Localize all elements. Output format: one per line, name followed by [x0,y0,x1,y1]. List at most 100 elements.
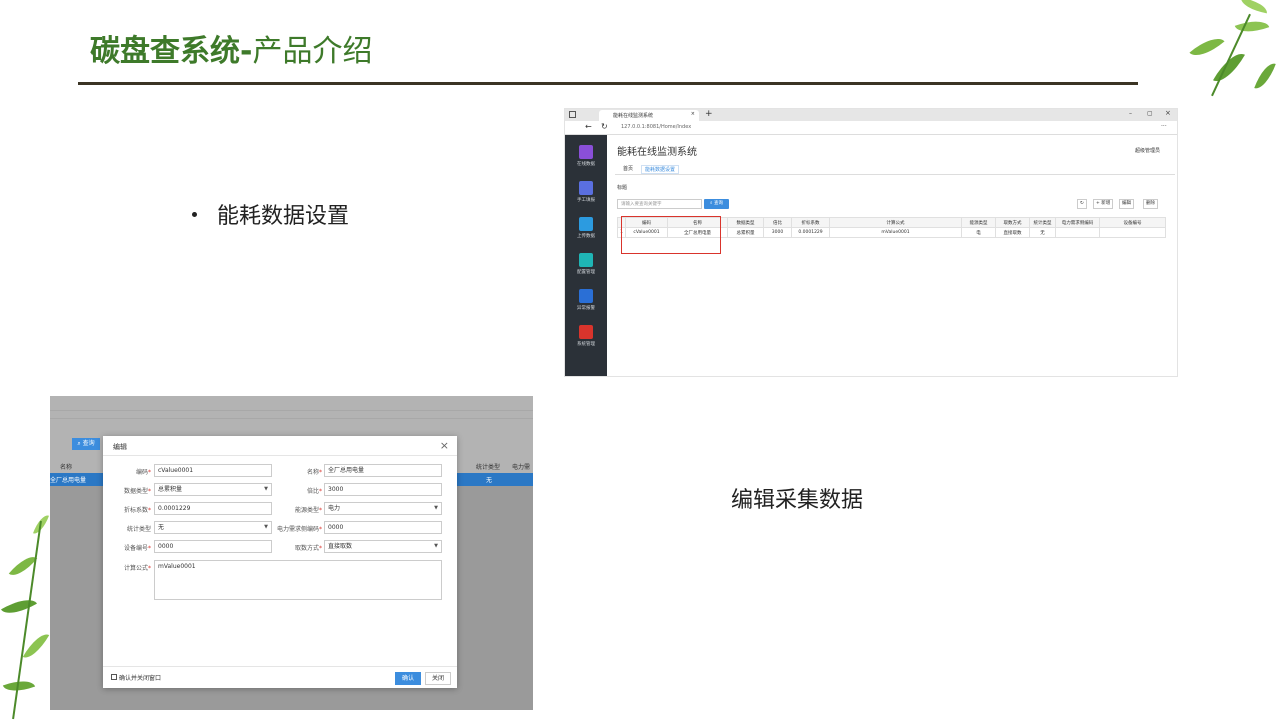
window-close-icon[interactable]: × [1165,109,1171,117]
background-col-stat: 统计类型 [476,464,501,471]
table-cell [1099,227,1166,238]
energy-type-select[interactable]: 电力 ▼ [324,502,442,515]
tab-home[interactable]: 首页 [623,165,633,172]
highlight-box [621,216,721,254]
maximize-icon[interactable]: ▢ [1147,110,1153,117]
formula-textarea[interactable]: mValue0001 [154,560,442,600]
confirm-button[interactable]: 确认 [395,672,421,685]
table-cell: 0.0001229 [791,227,830,238]
close-button[interactable]: 关闭 [425,672,451,685]
app-tabs: 首页 能耗数据设置 [615,163,1175,175]
slide: 碳盘查系统-产品介绍 能耗数据设置 编辑采集数据 能耗在线监测系统 × + – … [0,0,1280,720]
table-cell: 3000 [763,227,792,238]
table-header-cell: 取数方式 [995,217,1030,228]
new-tab-icon[interactable]: + [705,109,713,120]
table-cell: 电 [961,227,996,238]
table-header-cell: 电力需求侧编码 [1055,217,1100,228]
query-button[interactable]: ⌕ 查询 [704,199,729,209]
tab-close-icon[interactable]: × [691,111,695,117]
back-icon[interactable]: ← [585,122,592,131]
user-menu[interactable]: 超级管理员 [1135,147,1160,154]
chevron-down-icon: ▼ [264,524,268,530]
table-cell: 无 [1029,227,1056,238]
more-icon[interactable]: ··· [1161,123,1167,130]
background-col-power: 电力需 [512,464,531,471]
sidebar-item-config[interactable]: 配置管理 [569,253,603,275]
add-button[interactable]: + 新增 [1093,199,1114,209]
code-label: 编码* [135,469,151,476]
warning-icon [579,289,593,303]
table-header-cell: 统计类型 [1029,217,1056,228]
panel-label: 标题 [617,185,628,191]
device-label: 设备编号* [123,545,151,552]
datatype-label: 数据类型* [123,488,151,495]
sidebar-item-online-data[interactable]: 在线数据 [569,145,603,167]
sidebar-item-alarm[interactable]: 异常报警 [569,289,603,311]
refresh-button[interactable]: ↻ [1077,199,1087,209]
background-col-name: 名称 [60,464,73,471]
window-icon [569,111,576,118]
table-cell [1055,227,1100,238]
energy-type-label: 能源类型* [294,507,322,514]
code-field[interactable]: cValue0001 [154,464,272,477]
upload-icon [579,217,593,231]
chevron-down-icon: ▼ [434,505,438,511]
monitor-icon [579,325,593,339]
dialog-screenshot: ⌕ 查询 名称 统计类型 电力需 全厂总用电量 无 编辑 × 编码* cValu… [50,396,533,710]
close-icon[interactable]: × [440,439,449,453]
caption-edit-collected-data: 编辑采集数据 [731,488,864,513]
device-field[interactable]: 0000 [154,540,272,553]
name-field[interactable]: 全厂总用电量 [324,464,442,477]
background-query-button: ⌕ 查询 [72,438,100,450]
refresh-icon[interactable]: ↻ [601,122,608,131]
confirm-close-checkbox[interactable] [111,674,117,680]
background-row-stat: 无 [486,477,493,484]
browser-tab[interactable]: 能耗在线监测系统 × [599,110,699,121]
factor-label: 折标系数* [123,507,151,514]
app-sidebar: 在线数据 手工填报 上传数据 配置管理 异常报警 系统管理 [565,135,607,376]
title-divider [78,82,1138,85]
chevron-down-icon: ▼ [434,543,438,549]
document-icon [579,181,593,195]
dialog-header: 编辑 × [103,436,457,456]
minimize-icon[interactable]: – [1129,110,1132,117]
bullet-energy-data-settings: 能耗数据设置 [192,198,349,230]
confirm-close-label: 确认并关闭窗口 [119,675,162,682]
table-header-cell: 折标系数 [791,217,830,228]
stat-type-select[interactable]: 无 ▼ [154,521,272,534]
table-header-cell: 数据类型 [727,217,764,228]
background-row-name: 全厂总用电量 [50,477,87,484]
tab-energy-settings[interactable]: 能耗数据设置 [641,165,680,174]
ratio-field[interactable]: 3000 [324,483,442,496]
factor-field[interactable]: 0.0001229 [154,502,272,515]
sidebar-item-system[interactable]: 系统管理 [569,325,603,347]
address-bar: ← ↻ 127.0.0.1:8081/Home/Index ··· [565,121,1177,135]
delete-button[interactable]: 删除 [1143,199,1158,209]
sidebar-item-upload-data[interactable]: 上传数据 [569,217,603,239]
datatype-select[interactable]: 总累积量 ▼ [154,483,272,496]
url-text[interactable]: 127.0.0.1:8081/Home/Index [621,124,691,130]
table-cell: mValue0001 [829,227,962,238]
edit-button[interactable]: 编辑 [1119,199,1134,209]
fetch-method-select[interactable]: 直接取数 ▼ [324,540,442,553]
formula-label: 计算公式* [123,565,151,572]
stat-type-label: 统计类型 [126,526,151,533]
fetch-method-label: 取数方式* [294,545,322,552]
power-code-field[interactable]: 0000 [324,521,442,534]
slide-title: 碳盘查系统-产品介绍 [90,32,372,72]
bullet-dot [192,211,197,217]
slide-title-light: 产品介绍 [252,34,373,69]
table-header-cell: 计算公式 [829,217,962,228]
table-header-cell: 能源类型 [961,217,996,228]
slide-title-bold: 碳盘查系统- [90,34,253,69]
search-input[interactable]: 请输入要查询关键字 [617,199,702,209]
sidebar-item-manual-entry[interactable]: 手工填报 [569,181,603,203]
table-cell: 总累积量 [727,227,764,238]
dialog-footer: 确认并关闭窗口 确认 关闭 [103,666,457,688]
bullet-text: 能耗数据设置 [217,204,350,229]
browser-tab-title: 能耗在线监测系统 [613,113,654,119]
name-label: 名称* [306,469,322,476]
browser-tab-bar: 能耗在线监测系统 × + – ▢ × [565,109,1177,121]
chart-icon [579,145,593,159]
power-code-label: 电力需求侧编码* [276,526,322,533]
